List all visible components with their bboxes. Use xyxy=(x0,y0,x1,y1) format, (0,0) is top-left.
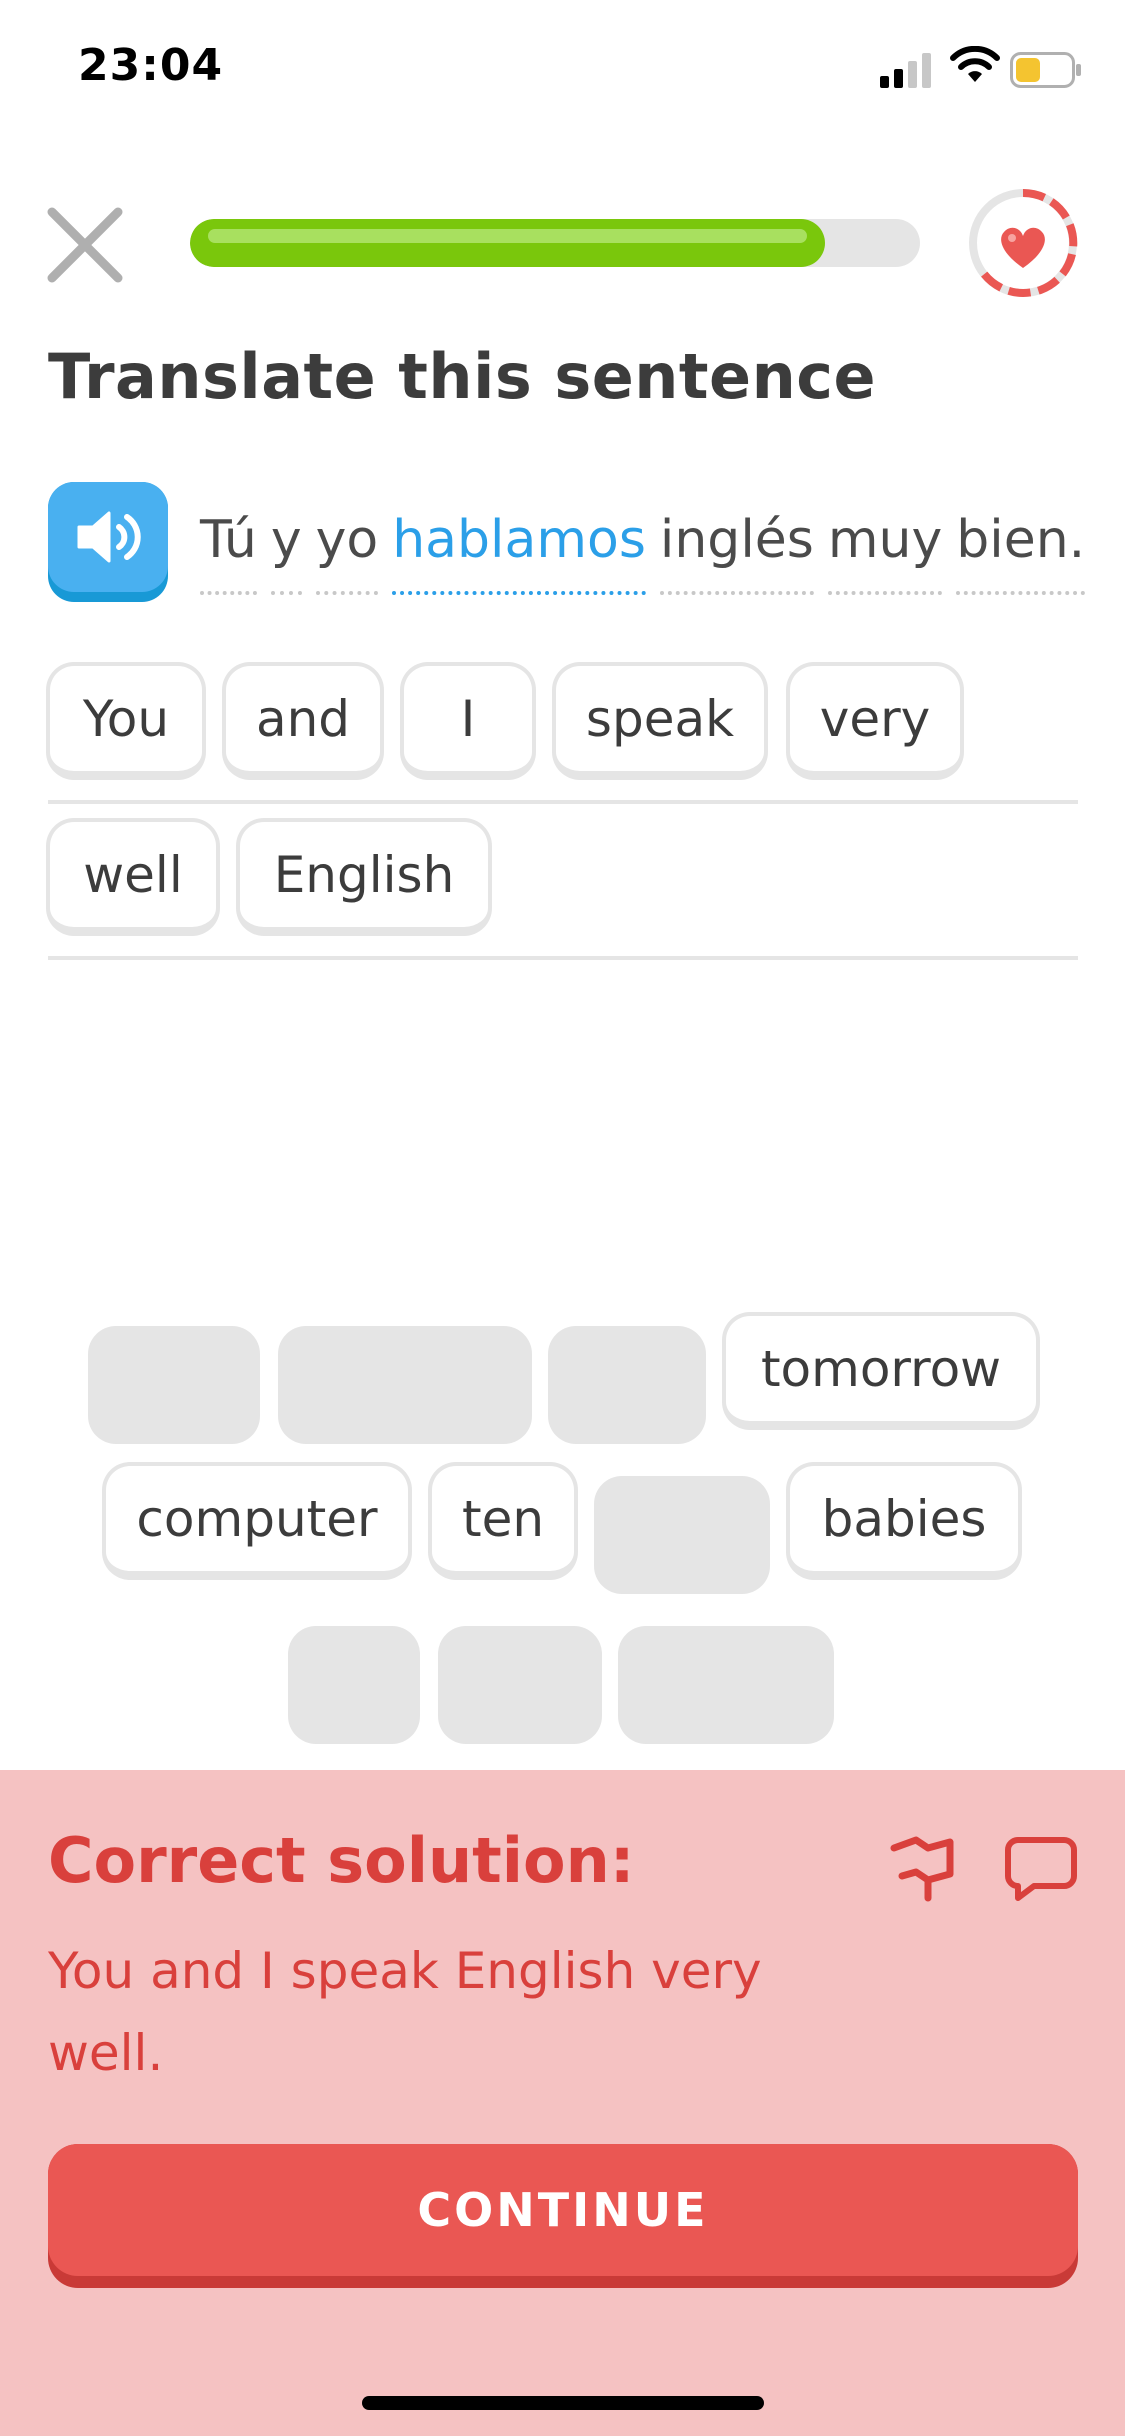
empty-word-slot xyxy=(618,1626,834,1744)
comment-icon[interactable] xyxy=(1004,1834,1078,1904)
heart-icon[interactable] xyxy=(960,180,1086,306)
speaker-button[interactable] xyxy=(48,482,168,602)
cellular-signal-icon xyxy=(880,53,931,88)
prompt-word[interactable]: inglés xyxy=(659,505,814,595)
empty-word-slot xyxy=(288,1626,420,1744)
instruction-title: Translate this sentence xyxy=(48,340,877,413)
answer-tile[interactable]: English xyxy=(236,818,492,936)
empty-word-slot xyxy=(88,1326,260,1444)
answer-tile[interactable]: speak xyxy=(552,662,768,780)
empty-word-slot xyxy=(438,1626,602,1744)
status-time: 23:04 xyxy=(78,40,224,91)
answer-line xyxy=(48,800,1078,804)
speaker-face xyxy=(48,482,168,592)
answer-tile[interactable]: You xyxy=(46,662,206,780)
answer-tile[interactable]: I xyxy=(400,662,536,780)
prompt-word-highlighted[interactable]: hablamos xyxy=(392,505,646,595)
lesson-progress-bar xyxy=(190,219,920,267)
answer-tile[interactable]: well xyxy=(46,818,220,936)
answer-tile[interactable]: very xyxy=(786,662,964,780)
feedback-title: Correct solution: xyxy=(48,1824,635,1897)
empty-word-slot xyxy=(594,1476,770,1594)
correct-answer-text: You and I speak English very well. xyxy=(48,1942,762,2082)
prompt-word[interactable]: muy xyxy=(827,505,943,595)
answer-line xyxy=(48,956,1078,960)
close-icon[interactable] xyxy=(40,200,130,290)
prompt-sentence: Tú y yo hablamos inglés muy bien. xyxy=(200,505,1086,595)
word-bank-tile[interactable]: computer xyxy=(102,1462,412,1580)
word-bank-tile[interactable]: ten xyxy=(428,1462,578,1580)
progress-shine xyxy=(208,229,808,243)
home-indicator[interactable] xyxy=(362,2396,764,2410)
word-bank-tile[interactable]: tomorrow xyxy=(722,1312,1040,1430)
battery-icon xyxy=(1010,52,1081,88)
continue-button-label: CONTINUE xyxy=(48,2144,1078,2276)
prompt-word[interactable]: Tú xyxy=(200,505,257,595)
continue-button[interactable]: CONTINUE xyxy=(48,2144,1078,2288)
answer-tile[interactable]: and xyxy=(222,662,384,780)
prompt-word[interactable]: yo xyxy=(315,505,379,595)
empty-word-slot xyxy=(278,1326,532,1444)
word-bank-tile[interactable]: babies xyxy=(786,1462,1022,1580)
prompt-word[interactable]: bien. xyxy=(956,505,1086,595)
empty-word-slot xyxy=(548,1326,706,1444)
wifi-icon xyxy=(950,46,1000,82)
speaker-icon xyxy=(77,511,141,563)
prompt-word[interactable]: y xyxy=(270,505,302,595)
flag-icon[interactable] xyxy=(888,1834,958,1904)
feedback-panel: Correct solution: You and I speak Englis… xyxy=(0,1770,1125,2436)
progress-fill xyxy=(190,219,826,267)
